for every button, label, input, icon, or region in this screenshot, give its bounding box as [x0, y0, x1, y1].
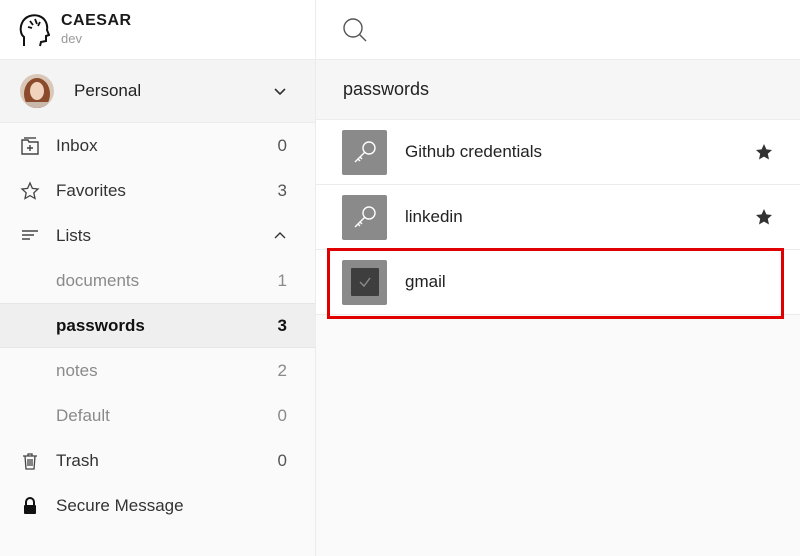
caesar-logo-icon — [19, 13, 50, 46]
list-item-row[interactable]: linkedin — [316, 185, 800, 250]
nav-trash[interactable]: Trash 0 — [0, 438, 315, 483]
list-notes-count: 2 — [277, 360, 287, 380]
key-icon — [342, 129, 387, 175]
nav-lists[interactable]: Lists — [0, 213, 315, 258]
list-item-documents[interactable]: documents 1 — [0, 258, 315, 303]
brand: CAESAR dev — [0, 0, 315, 59]
sidebar: CAESAR dev Personal Inbox 0 Favorites 3 … — [0, 0, 316, 556]
list-passwords-count: 3 — [277, 315, 287, 335]
check-icon — [350, 268, 379, 296]
nav-lists-label: Lists — [56, 225, 91, 245]
list-icon — [20, 226, 40, 246]
list-title: passwords — [316, 59, 800, 120]
account-switcher[interactable]: Personal — [0, 59, 315, 123]
list-default-label: Default — [56, 405, 110, 425]
list-item-passwords[interactable]: passwords 3 — [0, 303, 315, 348]
star-filled-icon[interactable] — [754, 207, 774, 227]
search-icon[interactable] — [342, 17, 368, 43]
list-item-default[interactable]: Default 0 — [0, 393, 315, 438]
avatar — [20, 74, 54, 108]
checkbox-icon[interactable] — [342, 259, 387, 305]
chevron-down-icon — [274, 88, 286, 96]
brand-text: CAESAR dev — [61, 12, 132, 48]
main-panel: passwords Github credentials linkedin gm… — [316, 0, 800, 556]
nav-secure-message-label: Secure Message — [56, 495, 184, 515]
nav-trash-label: Trash — [56, 450, 99, 470]
chevron-up-icon[interactable] — [273, 229, 287, 243]
lock-icon — [20, 496, 40, 516]
list-documents-count: 1 — [277, 270, 287, 290]
account-name: Personal — [74, 81, 142, 100]
nav-secure-message[interactable]: Secure Message — [0, 483, 315, 528]
list-passwords-label: passwords — [56, 315, 145, 335]
nav-favorites-label: Favorites — [56, 180, 126, 200]
nav-trash-count: 0 — [277, 450, 287, 470]
item-title: linkedin — [405, 207, 463, 226]
trash-icon — [20, 451, 40, 471]
nav-favorites-count: 3 — [277, 180, 287, 200]
star-outline-icon — [20, 180, 40, 201]
list-documents-label: documents — [56, 270, 140, 290]
item-title: Github credentials — [405, 142, 543, 161]
brand-name: CAESAR — [61, 11, 132, 29]
star-filled-icon[interactable] — [754, 142, 774, 162]
nav-inbox-count: 0 — [277, 135, 287, 155]
brand-env: dev — [61, 30, 82, 46]
list-item-row[interactable]: gmail — [316, 250, 800, 315]
search-bar[interactable] — [316, 0, 800, 59]
list-item-notes[interactable]: notes 2 — [0, 348, 315, 393]
nav-favorites[interactable]: Favorites 3 — [0, 168, 315, 213]
item-title: gmail — [405, 272, 446, 291]
key-icon — [342, 194, 387, 240]
inbox-icon — [20, 136, 40, 156]
nav-inbox-label: Inbox — [56, 135, 98, 155]
list-default-count: 0 — [277, 405, 287, 425]
nav-inbox[interactable]: Inbox 0 — [0, 123, 315, 168]
list-notes-label: notes — [56, 360, 98, 380]
list-item-row[interactable]: Github credentials — [316, 120, 800, 185]
